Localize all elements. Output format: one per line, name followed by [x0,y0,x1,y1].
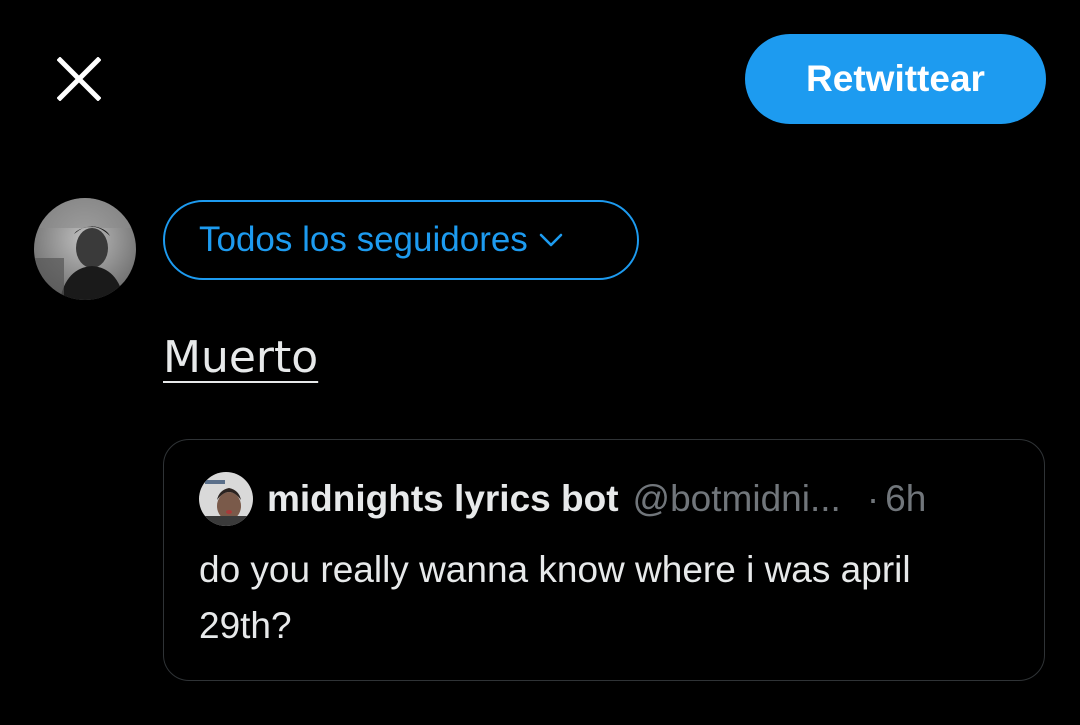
quoted-tweet-header: midnights lyrics bot @botmidni... · 6h [199,472,926,526]
quoted-tweet-handle: @botmidni... [632,478,841,519]
quoted-tweet-time: 6h [885,478,927,519]
close-icon [57,57,101,101]
quoted-tweet-text: do you really wanna know where i was apr… [199,549,911,646]
audience-selector[interactable]: Todos los seguidores [163,200,639,280]
quoted-tweet-card[interactable]: midnights lyrics bot @botmidni... · 6h d… [163,439,1045,681]
avatar[interactable] [34,198,136,300]
close-button[interactable] [46,46,112,112]
quoted-tweet-avatar [199,472,253,526]
tweet-text-input[interactable]: Muerto [163,332,318,383]
audience-label: Todos los seguidores [199,220,528,259]
quoted-tweet-separator: · [866,478,880,519]
retweet-button[interactable]: Retwittear [745,34,1046,124]
quoted-tweet-author: midnights lyrics bot [267,478,619,519]
quote-retweet-composer: Retwittear Todos los seguidores Muerto m… [0,0,1080,725]
chevron-down-icon [538,231,564,249]
